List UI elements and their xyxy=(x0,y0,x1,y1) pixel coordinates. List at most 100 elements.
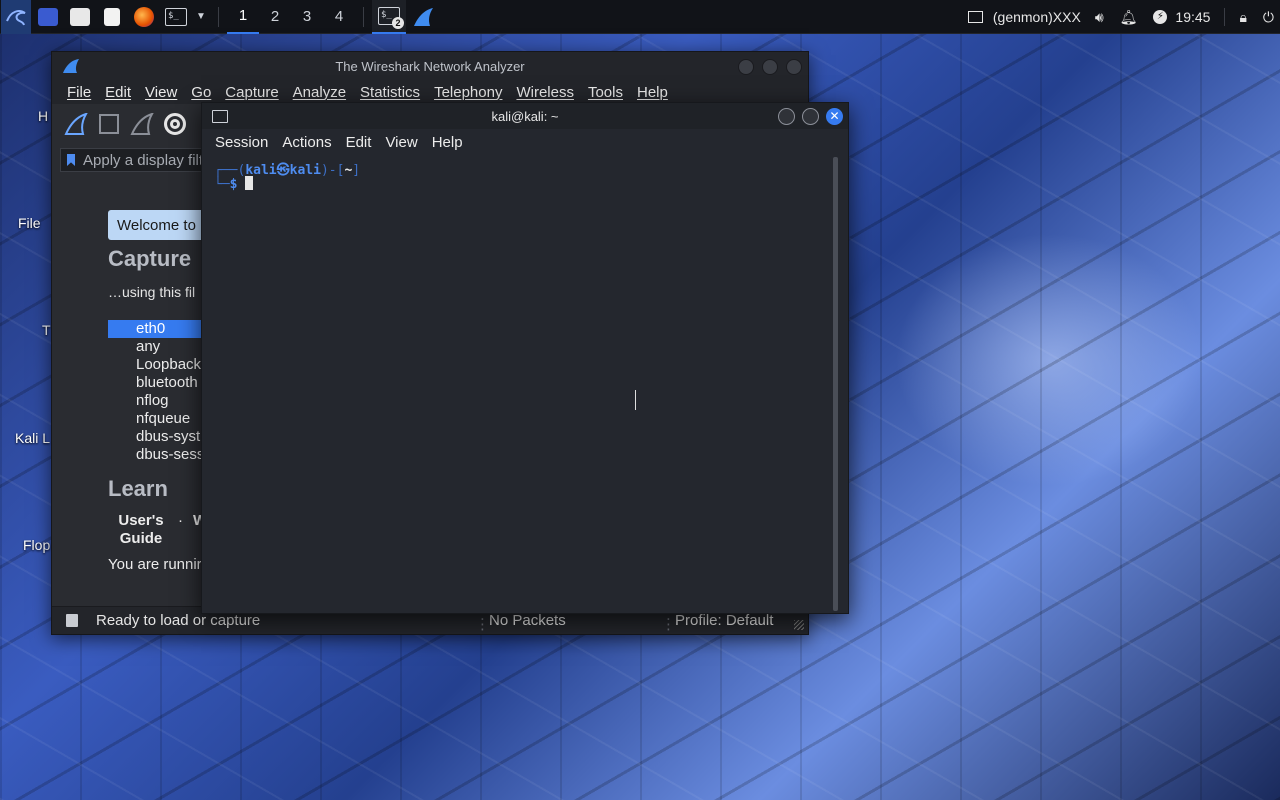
volume-icon[interactable]: 🔊︎ xyxy=(1095,9,1104,26)
screen-icon[interactable] xyxy=(967,11,983,23)
capture-options-button[interactable] xyxy=(161,110,189,138)
menu-telephony[interactable]: Telephony xyxy=(434,84,502,101)
panel-separator xyxy=(1224,8,1226,26)
lock-icon[interactable]: 🔒︎ xyxy=(1239,9,1246,26)
wireshark-window-title: The Wireshark Network Analyzer xyxy=(335,58,525,74)
menu-go[interactable]: Go xyxy=(191,84,211,101)
wireshark-fin-icon xyxy=(63,59,79,73)
terminal-window-title: kali@kali: ~ xyxy=(491,108,559,124)
terminal-titlebar[interactable]: kali@kali: ~ ✕ xyxy=(202,103,848,129)
menu-capture[interactable]: Capture xyxy=(225,84,278,101)
logout-icon[interactable]: ⏻ xyxy=(1263,9,1274,26)
power-status-icon[interactable]: ⚡︎ xyxy=(1153,10,1168,24)
workspace-3[interactable]: 3 xyxy=(291,0,323,34)
folder-icon xyxy=(70,7,90,26)
kali-dragon-icon xyxy=(6,9,26,25)
text-editor-icon xyxy=(104,7,120,26)
display-filter-placeholder: Apply a display filt xyxy=(83,151,204,169)
menu-help[interactable]: Help xyxy=(432,134,463,151)
terminal-window: kali@kali: ~ ✕ Session Actions Edit View… xyxy=(201,102,849,614)
status-divider: ⋮ xyxy=(661,616,676,633)
firefox-launcher[interactable] xyxy=(129,0,159,34)
terminal-icon xyxy=(212,110,228,123)
chevron-down-icon: ▼ xyxy=(196,11,206,22)
panel-separator xyxy=(363,6,364,27)
menu-view[interactable]: View xyxy=(385,134,417,151)
workspace-1[interactable]: 1 xyxy=(227,0,259,34)
version-info: You are runnir xyxy=(108,556,202,573)
genmon-label[interactable]: (genmon)XXX xyxy=(993,9,1081,25)
system-tray: (genmon)XXX 🔊︎ 🔔︎ ⚡︎ 19:45 🔒︎ ⏻ xyxy=(962,0,1280,34)
status-profile[interactable]: Profile: Default xyxy=(675,612,773,629)
wireshark-titlebar[interactable]: The Wireshark Network Analyzer xyxy=(52,52,808,80)
taskbar-terminal[interactable]: $_ 2 xyxy=(372,0,406,34)
close-icon: ✕ xyxy=(829,109,840,123)
desktop-icon xyxy=(38,7,58,26)
close-button[interactable] xyxy=(786,59,802,75)
welcome-text: Welcome to xyxy=(117,216,196,234)
maximize-button[interactable] xyxy=(762,59,778,75)
menu-wireless[interactable]: Wireless xyxy=(516,84,574,101)
status-packets: No Packets xyxy=(489,612,566,629)
menu-view[interactable]: View xyxy=(145,84,177,101)
workspace-4[interactable]: 4 xyxy=(323,0,355,34)
terminal-icon: $_ xyxy=(165,7,187,26)
file-manager-launcher[interactable] xyxy=(65,0,95,34)
maximize-button[interactable] xyxy=(802,108,819,125)
menu-session[interactable]: Session xyxy=(215,134,268,151)
menu-file[interactable]: File xyxy=(67,84,91,101)
clock[interactable]: 19:45 xyxy=(1175,9,1210,25)
restart-capture-button[interactable] xyxy=(128,110,156,138)
terminal-menubar: Session Actions Edit View Help xyxy=(202,129,848,155)
minimize-button[interactable] xyxy=(778,108,795,125)
shark-fin-restart-icon xyxy=(130,113,154,135)
terminal-output[interactable]: ┌──(kali㉿kali)-[~] └─$ xyxy=(202,155,832,613)
kali-menu-button[interactable] xyxy=(1,0,31,34)
resize-grip[interactable] xyxy=(794,620,804,630)
capture-heading: Capture xyxy=(108,246,192,271)
terminal-launcher[interactable]: $_ xyxy=(161,0,191,34)
link-separator: · xyxy=(178,512,183,529)
menu-help[interactable]: Help xyxy=(637,84,668,101)
prompt-at: ㉿ xyxy=(276,163,290,178)
status-ready: Ready to load or capture xyxy=(96,612,261,629)
menu-analyze[interactable]: Analyze xyxy=(293,84,346,101)
menu-actions[interactable]: Actions xyxy=(282,134,331,151)
bookmark-icon[interactable] xyxy=(67,154,75,166)
stop-capture-button[interactable] xyxy=(95,110,123,138)
terminal-scrollbar[interactable] xyxy=(833,157,838,611)
prompt-line-2: └─$ xyxy=(214,176,820,193)
learn-heading: Learn xyxy=(108,476,168,501)
text-editor-launcher[interactable] xyxy=(97,0,127,34)
show-desktop-button[interactable] xyxy=(33,0,63,34)
wireshark-fin-icon xyxy=(414,7,433,26)
capture-filter-label: …using this fil xyxy=(108,284,196,300)
gear-icon xyxy=(164,113,186,135)
stop-square-icon xyxy=(99,114,119,134)
expert-info-icon[interactable] xyxy=(66,614,78,627)
prompt-line-1: ┌──(kali㉿kali)-[~] xyxy=(214,163,361,178)
status-divider: ⋮ xyxy=(475,616,490,633)
menu-tools[interactable]: Tools xyxy=(588,84,623,101)
taskbar-wireshark[interactable] xyxy=(406,0,440,34)
menu-edit[interactable]: Edit xyxy=(346,134,372,151)
notification-bell-icon[interactable]: 🔔︎ xyxy=(1120,9,1138,26)
menu-statistics[interactable]: Statistics xyxy=(360,84,420,101)
minimize-button[interactable] xyxy=(738,59,754,75)
window-count-badge: 2 xyxy=(392,16,404,29)
shark-fin-start-icon xyxy=(64,113,88,135)
wireshark-menubar: File Edit View Go Capture Analyze Statis… xyxy=(52,80,808,104)
top-panel: $_ ▼ 1 2 3 4 $_ 2 (genmon)XXX 🔊︎ 🔔︎ ⚡︎ 1… xyxy=(0,0,1280,34)
prompt-host: kali xyxy=(289,163,321,178)
workspace-2[interactable]: 2 xyxy=(259,0,291,34)
prompt-symbol: $ xyxy=(229,177,238,192)
menu-edit[interactable]: Edit xyxy=(105,84,131,101)
mouse-ibeam-cursor-icon xyxy=(635,390,641,410)
terminal-launcher-dropdown[interactable]: ▼ xyxy=(193,0,209,34)
close-button[interactable]: ✕ xyxy=(826,108,843,125)
users-guide-link[interactable]: User's Guide xyxy=(118,512,164,548)
start-capture-button[interactable] xyxy=(62,110,90,138)
desktop-icon-kali-linux[interactable]: Kali L xyxy=(15,430,55,446)
panel-separator xyxy=(218,6,219,27)
users-guide-label: User's Guide xyxy=(118,512,164,547)
